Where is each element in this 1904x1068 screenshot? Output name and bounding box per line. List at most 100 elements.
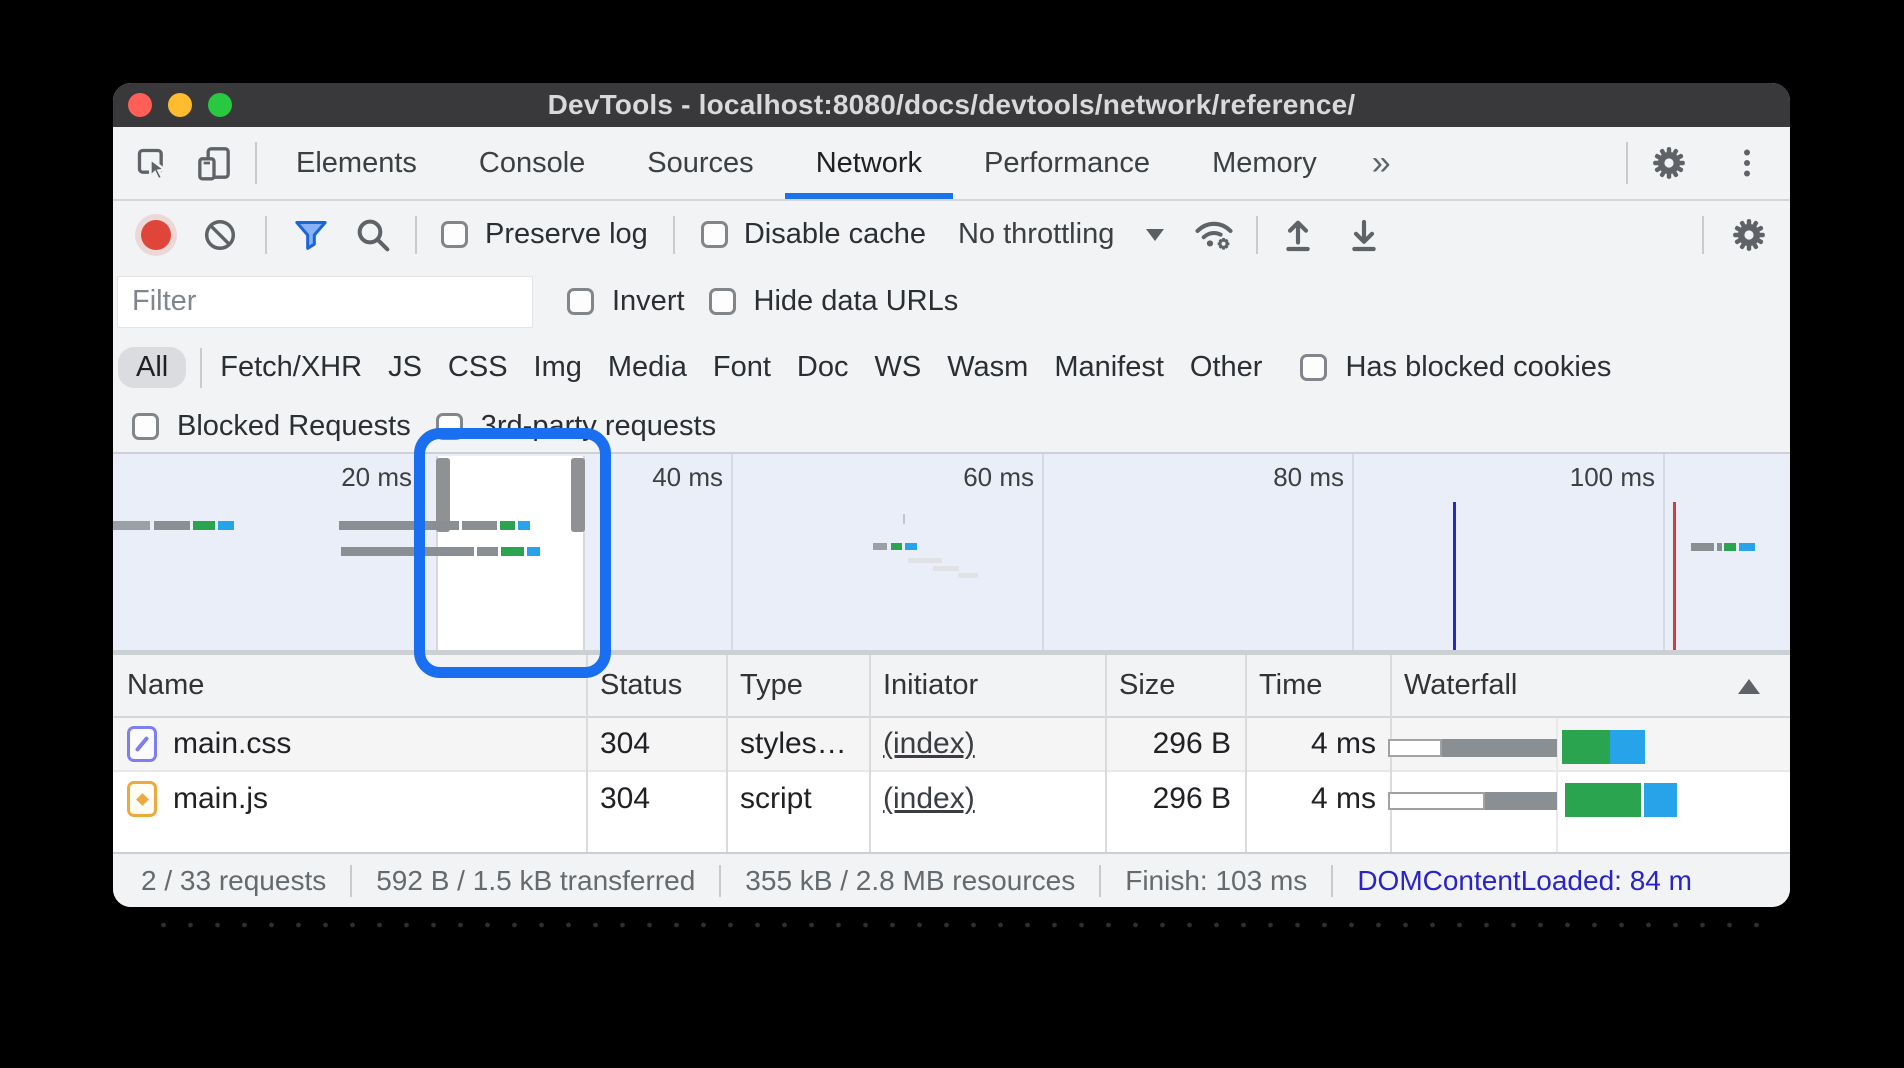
- hide-data-urls-checkbox[interactable]: [709, 288, 736, 315]
- overview-bar: [218, 521, 234, 530]
- filter-funnel-icon: [291, 215, 331, 255]
- column-divider[interactable]: [1245, 655, 1247, 852]
- overview-bar: [501, 547, 524, 556]
- waterfall-queueing-bar: [1388, 739, 1442, 757]
- network-settings-button[interactable]: [1730, 216, 1768, 254]
- initiator-link[interactable]: (index): [883, 727, 975, 761]
- filter-toggle-button[interactable]: [291, 215, 331, 255]
- network-overview-timeline[interactable]: 20 ms 40 ms 60 ms 80 ms 100 ms: [113, 452, 1790, 650]
- has-blocked-cookies-checkbox[interactable]: [1300, 354, 1327, 381]
- script-file-icon: [127, 781, 157, 817]
- column-divider[interactable]: [726, 655, 728, 852]
- filter-type-doc[interactable]: Doc: [797, 351, 849, 384]
- disable-cache-checkbox[interactable]: [701, 221, 728, 248]
- preserve-log-checkbox[interactable]: [441, 221, 468, 248]
- type-separator: [200, 348, 202, 388]
- tick-label-80ms: 80 ms: [1224, 462, 1344, 493]
- column-header-waterfall[interactable]: Waterfall: [1390, 655, 1790, 716]
- toggle-device-toolbar-button[interactable]: [187, 136, 241, 190]
- tab-elements[interactable]: Elements: [265, 127, 448, 199]
- column-divider[interactable]: [1105, 655, 1107, 852]
- cell-status: 304: [586, 772, 726, 826]
- cell-name: main.css: [113, 718, 586, 770]
- network-conditions-button[interactable]: [1192, 213, 1236, 257]
- desktop-dotted-line: [150, 921, 1762, 929]
- filter-type-css[interactable]: CSS: [448, 351, 508, 384]
- devtools-tab-bar: Elements Console Sources Network Perform…: [113, 127, 1790, 201]
- inspect-element-button[interactable]: [125, 136, 179, 190]
- overview-bar: [518, 521, 530, 530]
- filter-type-img[interactable]: Img: [534, 351, 582, 384]
- filter-type-fetch-xhr[interactable]: Fetch/XHR: [220, 351, 362, 384]
- filter-type-js[interactable]: JS: [388, 351, 422, 384]
- tick-label-60ms: 60 ms: [914, 462, 1034, 493]
- filter-row: Invert Hide data URLs: [113, 268, 1790, 335]
- column-header-name[interactable]: Name: [113, 655, 586, 716]
- transferred-size: 592 B / 1.5 kB transferred: [376, 865, 695, 897]
- column-header-status[interactable]: Status: [586, 655, 726, 716]
- overview-bar: [341, 547, 474, 556]
- filter-type-other[interactable]: Other: [1190, 351, 1263, 384]
- third-party-requests-label: 3rd-party requests: [481, 410, 716, 443]
- initiator-link[interactable]: (index): [883, 782, 975, 816]
- stylesheet-file-icon: [127, 726, 157, 762]
- footer-separator: [1099, 865, 1101, 897]
- filter-type-media[interactable]: Media: [608, 351, 687, 384]
- column-divider[interactable]: [869, 655, 871, 852]
- clear-network-log-button[interactable]: [201, 216, 239, 254]
- waterfall-download-bar: [1610, 730, 1645, 764]
- tab-sources[interactable]: Sources: [616, 127, 784, 199]
- throttling-dropdown-caret[interactable]: [1146, 229, 1164, 241]
- blocked-requests-checkbox[interactable]: [132, 413, 159, 440]
- domcontentloaded-time: DOMContentLoaded: 84 m: [1357, 865, 1692, 897]
- overview-bar: [933, 566, 959, 571]
- filter-type-ws[interactable]: WS: [875, 351, 922, 384]
- devtools-settings-button[interactable]: [1642, 136, 1696, 190]
- tab-performance[interactable]: Performance: [953, 127, 1181, 199]
- third-party-requests-checkbox[interactable]: [436, 413, 463, 440]
- record-network-log-button[interactable]: [141, 220, 171, 250]
- request-name: main.js: [173, 782, 268, 816]
- column-header-size[interactable]: Size: [1105, 655, 1245, 716]
- invert-label: Invert: [612, 285, 685, 318]
- network-toolbar: Preserve log Disable cache No throttling: [113, 201, 1790, 268]
- column-header-initiator[interactable]: Initiator: [869, 655, 1105, 716]
- customize-devtools-button[interactable]: [1720, 136, 1774, 190]
- overview-bar: [908, 558, 942, 563]
- column-divider[interactable]: [586, 655, 588, 852]
- waterfall-stalled-bar: [1485, 792, 1557, 810]
- column-header-time[interactable]: Time: [1245, 655, 1390, 716]
- export-har-button[interactable]: [1344, 215, 1384, 255]
- column-header-type[interactable]: Type: [726, 655, 869, 716]
- request-name: main.css: [173, 727, 291, 761]
- import-har-button[interactable]: [1278, 215, 1318, 255]
- cell-time: 4 ms: [1245, 772, 1390, 826]
- filter-type-manifest[interactable]: Manifest: [1054, 351, 1164, 384]
- throttling-select[interactable]: No throttling: [958, 218, 1114, 251]
- gridline-80ms: [1352, 454, 1354, 650]
- footer-separator: [350, 865, 352, 897]
- waterfall-waiting-bar: [1562, 730, 1610, 764]
- network-summary-bar: 2 / 33 requests 592 B / 1.5 kB transferr…: [113, 852, 1790, 907]
- tab-console[interactable]: Console: [448, 127, 616, 199]
- filter-type-font[interactable]: Font: [713, 351, 771, 384]
- filter-type-wasm[interactable]: Wasm: [947, 351, 1028, 384]
- waterfall-stalled-bar: [1442, 739, 1557, 757]
- more-tabs-button[interactable]: »: [1348, 144, 1415, 183]
- tab-network[interactable]: Network: [785, 127, 953, 199]
- filter-type-all[interactable]: All: [118, 347, 186, 388]
- footer-separator: [1331, 865, 1333, 897]
- overview-bar: [193, 521, 215, 530]
- search-network-button[interactable]: [353, 215, 393, 255]
- tick-label-20ms: 20 ms: [292, 462, 412, 493]
- requests-count: 2 / 33 requests: [141, 865, 326, 897]
- sort-ascending-icon[interactable]: [1738, 679, 1760, 694]
- toolbar-separator: [673, 216, 675, 254]
- clear-icon: [201, 216, 239, 254]
- toolbar-separator: [415, 216, 417, 254]
- tab-memory[interactable]: Memory: [1181, 127, 1348, 199]
- invert-checkbox[interactable]: [567, 288, 594, 315]
- selection-right-handle[interactable]: [571, 458, 585, 532]
- filter-input[interactable]: [117, 276, 533, 328]
- search-icon: [353, 215, 393, 255]
